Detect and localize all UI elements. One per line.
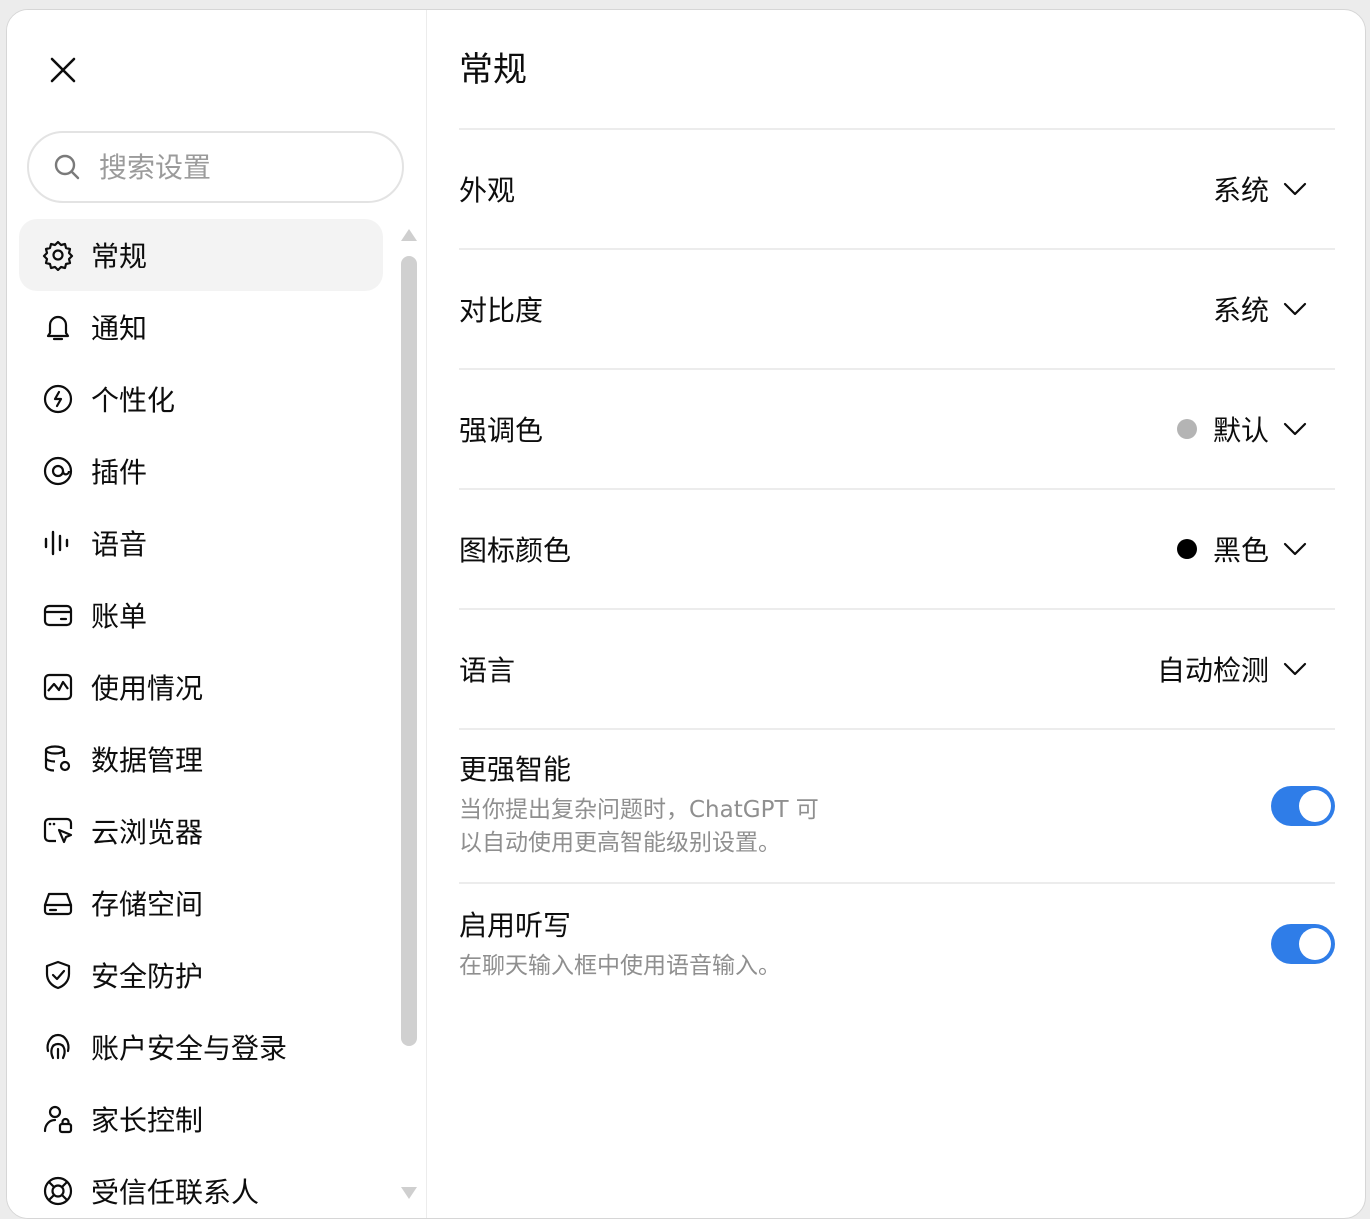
sidebar-item-security[interactable]: 安全防护 bbox=[19, 939, 383, 1011]
appearance-select[interactable]: 系统 bbox=[1213, 169, 1307, 209]
bell-icon bbox=[41, 310, 75, 344]
sidebar-item-cloud-browser[interactable]: 云浏览器 bbox=[19, 795, 383, 867]
sidebar-item-label: 受信任联系人 bbox=[91, 1176, 260, 1209]
close-icon bbox=[50, 57, 76, 83]
setting-label: 启用听写 bbox=[459, 909, 572, 942]
sidebar-item-label: 云浏览器 bbox=[91, 816, 204, 849]
language-select[interactable]: 自动检测 bbox=[1157, 649, 1307, 689]
sidebar-item-trusted-contacts[interactable]: 受信任联系人 bbox=[19, 1155, 383, 1218]
settings-nav: 常规 通知 个性化 插件 语音 账单 使用情况 数据管理 云浏览器 存储空间 安… bbox=[19, 219, 383, 1218]
icon-color-swatch bbox=[1176, 539, 1197, 559]
settings-dialog: 常规 通知 个性化 插件 bbox=[6, 9, 1366, 1219]
voice-waveform-icon bbox=[41, 526, 75, 560]
setting-row-appearance: 外观 系统 bbox=[459, 130, 1335, 250]
toggle-knob bbox=[1299, 928, 1331, 960]
sidebar-item-billing[interactable]: 账单 bbox=[19, 579, 383, 651]
database-gear-icon bbox=[41, 742, 75, 776]
sidebar-item-label: 家长控制 bbox=[91, 1104, 204, 1137]
settings-main: 常规 外观 系统 对比度 系统 强调色 默认 图标颜色 黑色 语言 自动检测 更… bbox=[459, 10, 1335, 1218]
setting-label: 外观 bbox=[459, 174, 516, 207]
sidebar-item-usage[interactable]: 使用情况 bbox=[19, 651, 383, 723]
page-title: 常规 bbox=[459, 50, 527, 90]
sidebar-item-notifications[interactable]: 通知 bbox=[19, 291, 383, 363]
sidebar-item-label: 账单 bbox=[91, 600, 148, 633]
setting-label: 强调色 bbox=[459, 414, 544, 447]
sidebar-item-plugins[interactable]: 插件 bbox=[19, 435, 383, 507]
sidebar-item-label: 语音 bbox=[91, 528, 148, 561]
card-icon bbox=[41, 598, 75, 632]
chevron-down-icon bbox=[1283, 182, 1307, 196]
chevron-down-icon bbox=[1283, 302, 1307, 316]
setting-description: 当你提出复杂问题时，ChatGPT 可以自动使用更高智能级别设置。 bbox=[459, 797, 819, 856]
sidebar-item-label: 插件 bbox=[91, 456, 148, 489]
gear-icon bbox=[41, 238, 75, 272]
setting-row-icon-color: 图标颜色 黑色 bbox=[459, 490, 1335, 610]
select-value: 黑色 bbox=[1212, 534, 1269, 567]
sidebar-item-label: 使用情况 bbox=[91, 672, 204, 705]
setting-description: 在聊天输入框中使用语音输入。 bbox=[459, 953, 781, 979]
dictation-toggle[interactable] bbox=[1271, 924, 1335, 964]
sidebar-item-label: 个性化 bbox=[91, 384, 176, 417]
sidebar-item-label: 账户安全与登录 bbox=[91, 1032, 288, 1065]
setting-label: 图标颜色 bbox=[459, 534, 572, 567]
setting-row-contrast: 对比度 系统 bbox=[459, 250, 1335, 370]
sidebar-item-label: 存储空间 bbox=[91, 888, 204, 921]
sidebar-item-label: 常规 bbox=[91, 240, 148, 273]
scroll-down-arrow-icon[interactable] bbox=[400, 1186, 418, 1200]
sidebar-item-voice[interactable]: 语音 bbox=[19, 507, 383, 579]
fingerprint-icon bbox=[41, 1030, 75, 1064]
sidebar-item-label: 通知 bbox=[91, 312, 148, 345]
sidebar-item-general[interactable]: 常规 bbox=[19, 219, 383, 291]
chevron-down-icon bbox=[1283, 662, 1307, 676]
sidebar-item-label: 数据管理 bbox=[91, 744, 204, 777]
search-box[interactable] bbox=[27, 131, 404, 203]
select-value: 系统 bbox=[1212, 174, 1269, 207]
select-value: 自动检测 bbox=[1156, 654, 1269, 687]
setting-label: 更强智能 bbox=[459, 753, 572, 786]
personalization-icon bbox=[41, 382, 75, 416]
toggle-knob bbox=[1299, 790, 1331, 822]
accent-color-swatch bbox=[1176, 419, 1197, 439]
sidebar-item-label: 安全防护 bbox=[91, 960, 204, 993]
cloud-browser-icon bbox=[41, 814, 75, 848]
smarter-intelligence-toggle[interactable] bbox=[1271, 786, 1335, 826]
chevron-down-icon bbox=[1283, 422, 1307, 436]
setting-label: 对比度 bbox=[459, 294, 544, 327]
setting-row-accent-color: 强调色 默认 bbox=[459, 370, 1335, 490]
sidebar-item-personalization[interactable]: 个性化 bbox=[19, 363, 383, 435]
chevron-down-icon bbox=[1283, 542, 1307, 556]
sidebar-item-parental-controls[interactable]: 家长控制 bbox=[19, 1083, 383, 1155]
lifebuoy-icon bbox=[41, 1174, 75, 1208]
contrast-select[interactable]: 系统 bbox=[1213, 289, 1307, 329]
sidebar-scrollbar-thumb[interactable] bbox=[401, 256, 417, 1046]
storage-drive-icon bbox=[41, 886, 75, 920]
select-value: 系统 bbox=[1212, 294, 1269, 327]
usage-chart-icon bbox=[41, 670, 75, 704]
plugin-icon bbox=[41, 454, 75, 488]
accent-color-select[interactable]: 默认 bbox=[1176, 409, 1307, 449]
setting-label: 语言 bbox=[459, 654, 516, 687]
user-lock-icon bbox=[41, 1102, 75, 1136]
icon-color-select[interactable]: 黑色 bbox=[1176, 529, 1307, 569]
select-value: 默认 bbox=[1212, 414, 1269, 447]
shield-check-icon bbox=[41, 958, 75, 992]
setting-row-dictation: 启用听写 在聊天输入框中使用语音输入。 bbox=[459, 904, 1335, 1014]
setting-row-language: 语言 自动检测 bbox=[459, 610, 1335, 730]
sidebar-item-account-security[interactable]: 账户安全与登录 bbox=[19, 1011, 383, 1083]
close-button[interactable] bbox=[41, 48, 85, 92]
setting-row-smarter-intelligence: 更强智能 当你提出复杂问题时，ChatGPT 可以自动使用更高智能级别设置。 bbox=[459, 748, 1335, 884]
search-icon bbox=[54, 154, 80, 180]
sidebar-item-data-controls[interactable]: 数据管理 bbox=[19, 723, 383, 795]
search-input[interactable] bbox=[99, 150, 359, 184]
scroll-up-arrow-icon[interactable] bbox=[400, 228, 418, 242]
settings-sidebar: 常规 通知 个性化 插件 bbox=[7, 10, 427, 1218]
sidebar-item-storage[interactable]: 存储空间 bbox=[19, 867, 383, 939]
